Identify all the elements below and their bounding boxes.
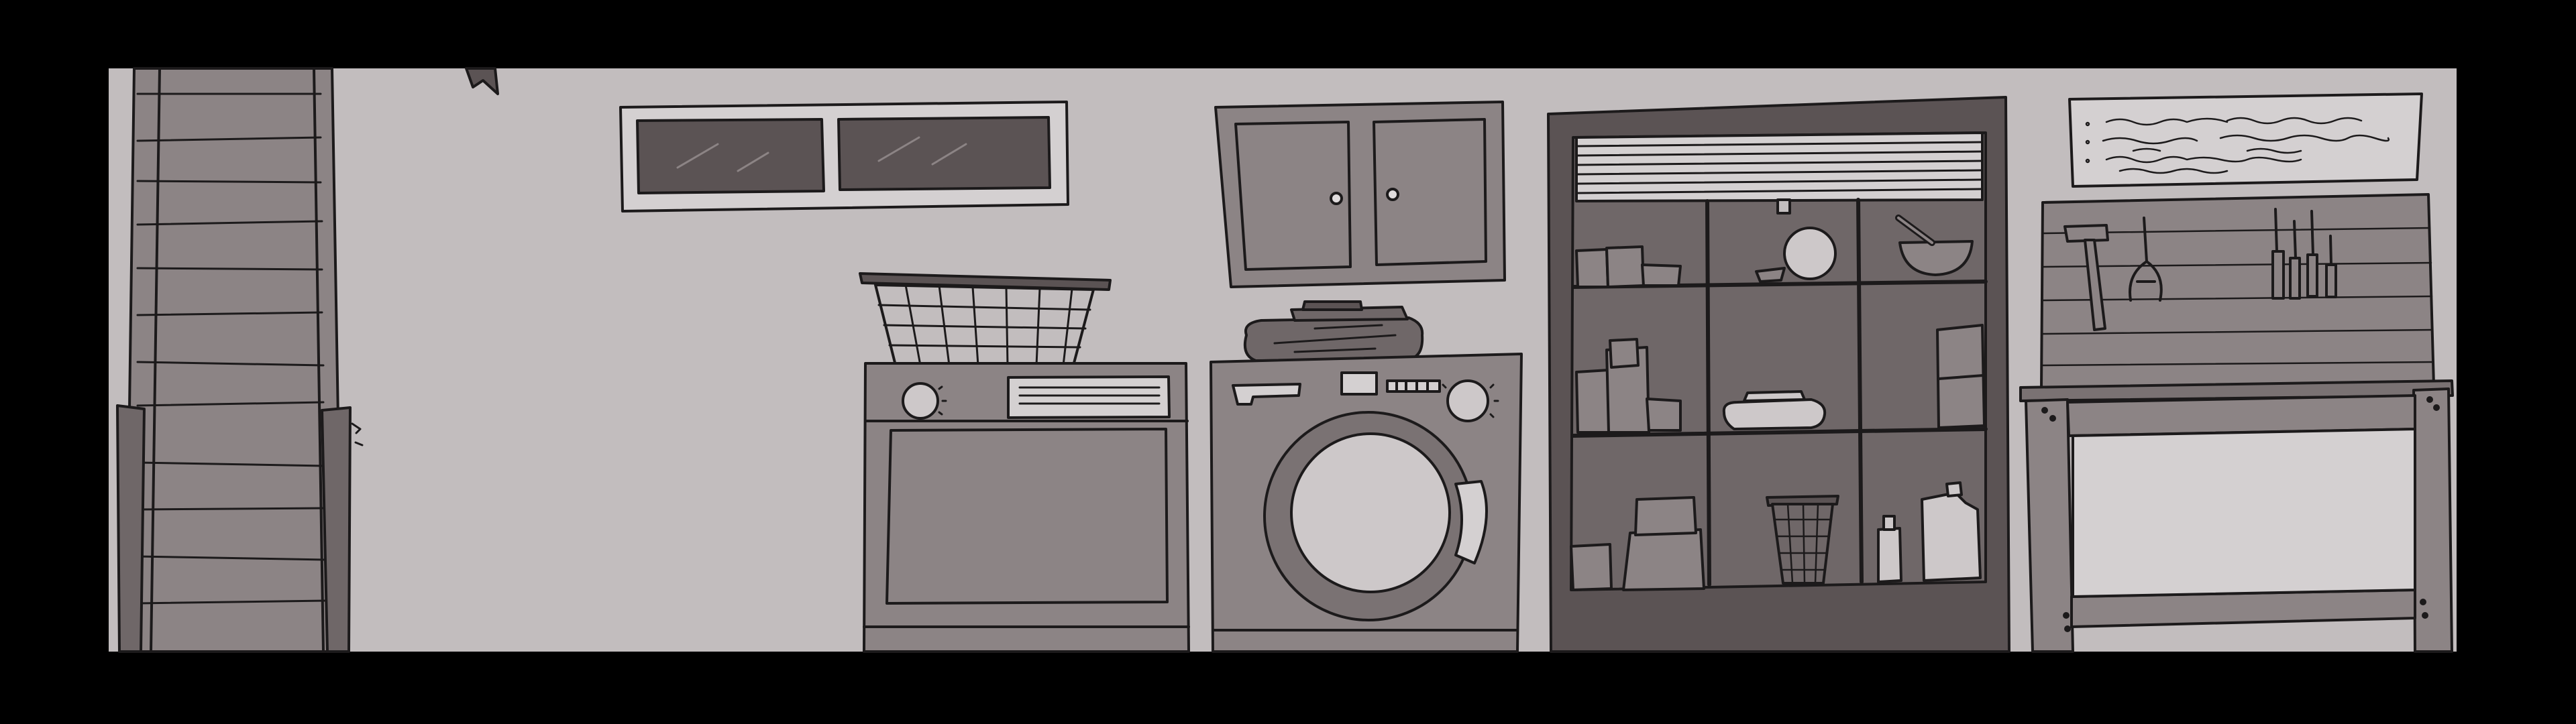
dryer-dial[interactable] (902, 382, 939, 420)
dryer[interactable] (863, 362, 1190, 653)
stairs[interactable] (116, 67, 364, 653)
washer-buttons[interactable] (1386, 379, 1441, 393)
washing-machine[interactable] (1210, 353, 1523, 653)
washer-door-window (1290, 432, 1451, 593)
dryer-door[interactable] (885, 428, 1169, 605)
shelf-storage-box[interactable] (1936, 324, 1986, 429)
wall-cabinet[interactable] (1214, 101, 1506, 288)
dryer-control-display (1007, 375, 1171, 419)
cabinet-knob-left (1330, 192, 1343, 205)
workbench[interactable] (2019, 379, 2454, 653)
wall-note[interactable] (2068, 93, 2423, 188)
laundry-basket[interactable] (859, 272, 1112, 367)
laundry-room-scene (0, 0, 2576, 724)
cabinet-knob-right (1386, 188, 1399, 201)
washer-dial[interactable] (1446, 379, 1489, 422)
basement-window[interactable] (619, 101, 1069, 213)
storage-shelf[interactable] (1547, 96, 2010, 653)
pegboard-tools[interactable] (2040, 193, 2435, 390)
washer-display (1340, 371, 1378, 396)
